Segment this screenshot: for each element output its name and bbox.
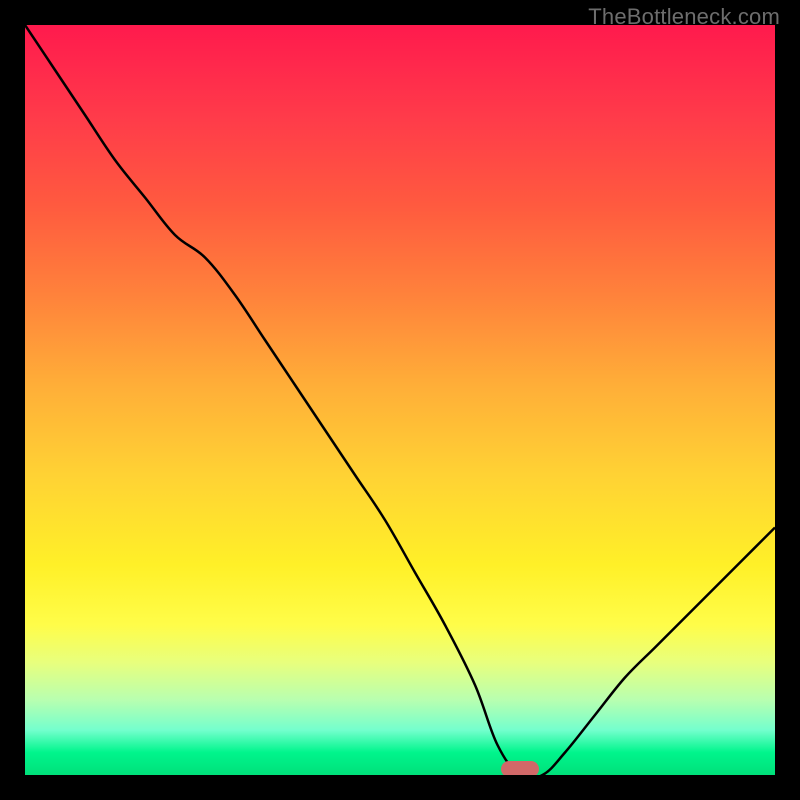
watermark-text: TheBottleneck.com: [588, 4, 780, 30]
chart-frame: TheBottleneck.com: [0, 0, 800, 800]
chart-plot-area: [25, 25, 775, 775]
chart-background-gradient: [25, 25, 775, 775]
min-marker: [501, 761, 539, 775]
